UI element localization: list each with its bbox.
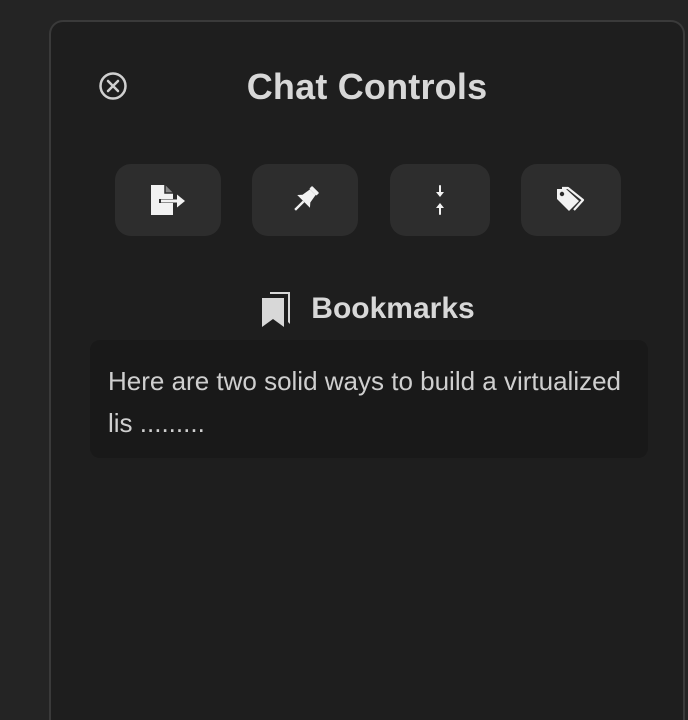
bookmark-item[interactable]: Here are two solid ways to build a virtu… — [90, 340, 648, 458]
collapse-button[interactable] — [390, 164, 490, 236]
file-export-icon — [151, 185, 185, 215]
chat-controls-panel: Chat Controls Bookmarks Here are two sol… — [49, 20, 685, 720]
panel-title: Chat Controls — [246, 66, 488, 107]
pin-icon — [294, 186, 319, 211]
tags-icon — [557, 186, 585, 211]
bookmarks-icon — [262, 292, 291, 327]
export-chat-button[interactable] — [115, 164, 221, 236]
pin-chat-button[interactable] — [252, 164, 358, 236]
bookmarks-header: Bookmarks — [51, 290, 683, 328]
bookmarks-title: Bookmarks — [311, 292, 475, 325]
collapse-arrows-icon — [436, 185, 444, 215]
tags-button[interactable] — [521, 164, 621, 236]
